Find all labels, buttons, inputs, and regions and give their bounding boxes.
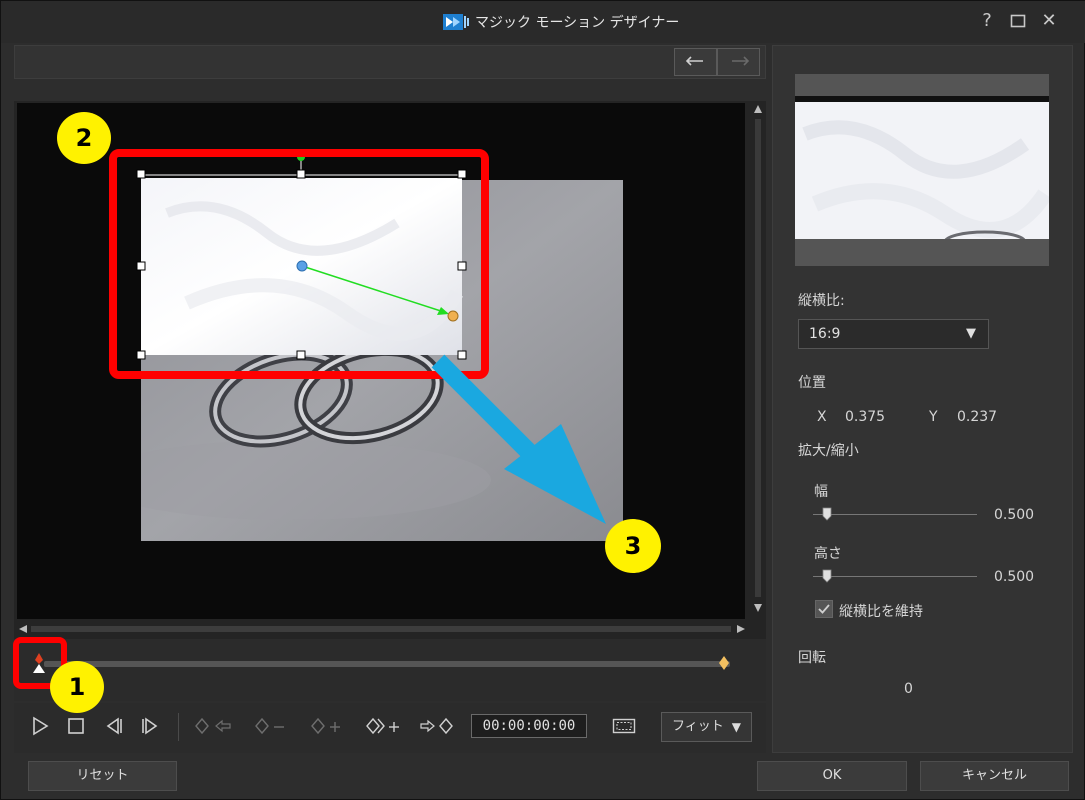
editor-toolbar [14,45,766,79]
preview-thumbnail [795,74,1049,266]
position-x-label: X [817,409,827,425]
aspect-ratio-label: 縦横比: [798,293,845,309]
help-button[interactable]: ? [976,10,998,32]
stop-button[interactable] [64,713,88,739]
title-bar: マジック モーション デザイナー ? ✕ [1,1,1085,43]
ok-button[interactable]: OK [757,761,907,791]
keyframe-duplicate-prev-icon [366,717,399,735]
duplicate-prev-keyframe-button[interactable] [364,713,404,739]
undo-icon [685,56,703,66]
step-badge-1: 1 [50,661,104,713]
height-slider[interactable] [813,576,977,577]
close-button[interactable]: ✕ [1038,10,1060,32]
keyframe-remove-icon [255,717,284,735]
play-button[interactable] [28,713,52,739]
rotation-label: 回転 [798,650,826,666]
checkmark-icon [818,604,830,614]
remove-keyframe-button[interactable] [254,713,290,739]
position-x-value[interactable]: 0.375 [845,409,885,425]
keyframe-add-icon [311,717,340,735]
properties-panel: 縦横比: 16:9 ▼ 位置 X 0.375 Y 0.237 拡大/縮小 幅 0… [772,45,1073,753]
undo-button[interactable] [674,48,717,76]
zoom-fit-value: フィット [672,719,724,734]
end-keyframe-marker[interactable] [718,655,730,671]
stop-icon [68,718,84,734]
step-badge-3: 3 [605,519,661,573]
keyframe-prev-icon [195,717,231,735]
scale-label: 拡大/縮小 [798,443,859,459]
timeline-track[interactable] [44,661,730,667]
width-slider[interactable] [813,514,977,515]
horizontal-scrollbar[interactable] [17,622,747,636]
position-label: 位置 [798,375,826,391]
direction-arrow [431,354,606,524]
add-keyframe-button[interactable] [310,713,346,739]
prev-frame-button[interactable] [102,713,126,739]
keyframe-duplicate-next-icon [420,717,453,735]
play-icon [33,716,49,736]
app-logo-icon [443,14,469,30]
horizontal-scrollbar-graphic [19,625,745,633]
chevron-down-icon: ▼ [731,720,741,734]
title-group: マジック モーション デザイナー [443,12,679,32]
position-y-value[interactable]: 0.237 [957,409,997,425]
controls-divider [178,713,179,741]
undo-redo-group [674,48,760,76]
vertical-scrollbar-graphic [754,105,762,612]
safe-zone-icon [612,718,636,734]
height-value[interactable]: 0.500 [994,569,1034,585]
keyframe-timeline [14,639,766,701]
height-label: 高さ [814,546,842,562]
width-slider-thumb[interactable] [822,507,832,521]
vertical-scrollbar[interactable] [752,101,764,619]
next-frame-icon [142,717,158,735]
redo-icon [731,56,749,66]
safe-zone-button[interactable] [611,713,637,739]
maximize-icon [1010,14,1026,28]
prev-keyframe-button[interactable] [194,713,234,739]
dialog-window: マジック モーション デザイナー ? ✕ 00:00:00:00 フィット ▼ … [0,0,1085,800]
timecode-field[interactable]: 00:00:00:00 [471,714,587,738]
next-frame-button[interactable] [138,713,162,739]
rotation-value[interactable]: 0 [904,681,913,697]
playback-controls: 00:00:00:00 フィット ▼ [14,703,766,753]
keep-ratio-label: 縦横比を維持 [839,604,923,620]
maximize-button[interactable] [1007,10,1029,32]
zoom-fit-dropdown[interactable]: フィット ▼ [661,712,752,742]
redo-button[interactable] [717,48,760,76]
duplicate-next-keyframe-button[interactable] [418,713,458,739]
width-value[interactable]: 0.500 [994,507,1034,523]
step-badge-2: 2 [57,112,111,164]
prev-frame-icon [106,717,122,735]
reset-button[interactable]: リセット [28,761,177,791]
height-slider-thumb[interactable] [822,569,832,583]
chevron-down-icon: ▼ [966,326,976,341]
aspect-ratio-value: 16:9 [809,326,841,342]
aspect-ratio-dropdown[interactable]: 16:9 ▼ [798,319,989,349]
cancel-button[interactable]: キャンセル [920,761,1069,791]
width-label: 幅 [814,484,828,500]
window-title: マジック モーション デザイナー [475,15,680,31]
keep-ratio-checkbox[interactable] [815,600,833,618]
highlight-box-crop [109,149,489,379]
position-y-label: Y [929,409,938,425]
